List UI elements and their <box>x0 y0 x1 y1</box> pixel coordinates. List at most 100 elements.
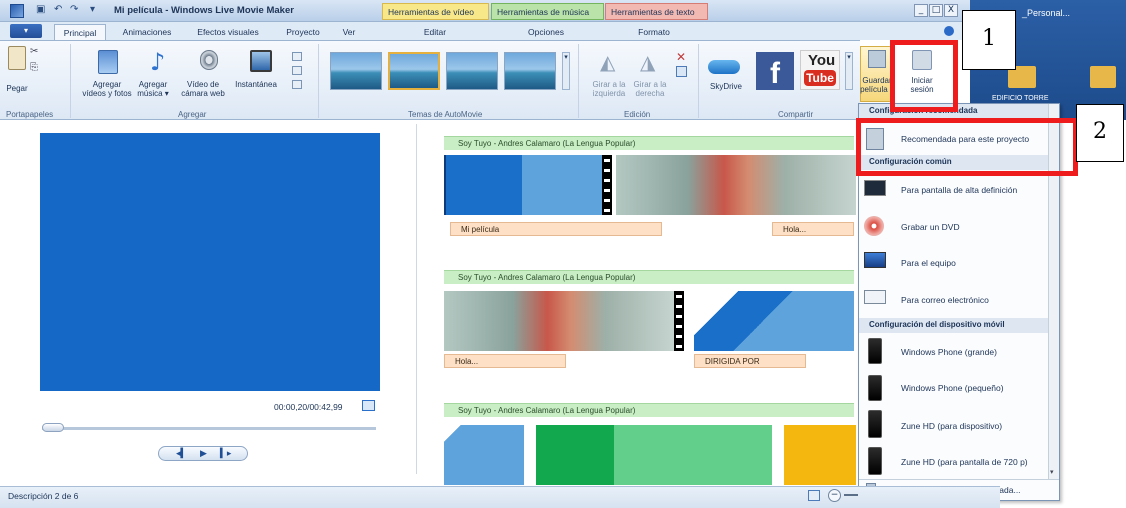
video-clip-blue[interactable] <box>444 155 522 215</box>
tab-formato[interactable]: Formato <box>624 24 684 40</box>
app-icon[interactable] <box>10 4 24 18</box>
menu-section-mobile: Configuración del dispositivo móvil <box>859 318 1059 333</box>
automovie-theme-3[interactable] <box>446 52 498 90</box>
zune-icon <box>868 410 882 438</box>
ribbon-separator <box>318 44 319 118</box>
ribbon-separator <box>70 44 71 118</box>
scroll-down-icon[interactable]: ▾ <box>1050 468 1054 476</box>
add-videos-photos-icon[interactable] <box>98 50 118 74</box>
music-track[interactable]: Soy Tuyo - Andres Calamaro (La Lengua Po… <box>444 403 854 417</box>
add-music-button[interactable]: Agregar música ▾ <box>132 80 174 98</box>
ribbon-separator <box>698 44 699 118</box>
automovie-theme-4[interactable] <box>504 52 556 90</box>
redo-quick-icon[interactable]: ↷ <box>70 4 82 16</box>
playback-time: 00:00,20/00:42,99 <box>274 402 343 412</box>
group-label-portapapeles: Portapapeles <box>6 110 54 119</box>
tab-opciones[interactable]: Opciones <box>516 24 576 40</box>
tab-principal[interactable]: Principal <box>54 24 106 40</box>
snapshot-button[interactable]: Instantánea <box>230 80 282 89</box>
help-icon[interactable] <box>944 26 954 36</box>
caption-title[interactable]: Mi película <box>450 222 662 236</box>
close-button[interactable]: X <box>944 4 958 17</box>
music-note-icon[interactable]: ♪ <box>150 48 165 76</box>
next-frame-icon[interactable]: ▍▸ <box>220 449 231 459</box>
undo-quick-icon[interactable]: ↶ <box>54 4 66 16</box>
customize-quick-icon[interactable]: ▾ <box>90 4 102 16</box>
play-icon[interactable]: ▶ <box>200 449 207 459</box>
group-label-compartir: Compartir <box>778 110 814 119</box>
video-clip-blue[interactable] <box>694 291 854 351</box>
video-clip-lightgreen[interactable] <box>614 425 772 485</box>
status-text: Descripción 2 de 6 <box>8 491 79 501</box>
automovie-theme-2[interactable] <box>388 52 440 90</box>
zoom-slider[interactable] <box>844 494 858 496</box>
remove-icon[interactable]: ✕ <box>676 50 686 64</box>
caption-dirigida-por[interactable]: DIRIGIDA POR <box>694 354 806 368</box>
annotation-label-2: 2 <box>1076 104 1124 162</box>
music-track[interactable]: Soy Tuyo - Andres Calamaro (La Lengua Po… <box>444 136 854 150</box>
video-clip-person[interactable] <box>616 155 856 215</box>
tab-efectos-visuales[interactable]: Efectos visuales <box>188 24 268 40</box>
title-icon[interactable] <box>292 52 302 61</box>
seek-bar[interactable] <box>42 427 376 430</box>
dvd-icon <box>864 216 884 236</box>
add-videos-photos-button[interactable]: Agregar vídeos y fotos <box>82 80 132 98</box>
menu-item-label: Grabar un DVD <box>901 222 960 232</box>
transition-marker <box>602 155 612 215</box>
video-clip-lightblue[interactable] <box>444 425 524 485</box>
snapshot-icon[interactable] <box>250 50 272 72</box>
caption-hola[interactable]: Hola... <box>444 354 566 368</box>
save-movie-icon[interactable] <box>868 50 886 68</box>
facebook-button[interactable]: f <box>756 52 794 90</box>
skydrive-icon[interactable] <box>708 60 740 74</box>
copy-icon[interactable]: ⎘ <box>30 62 38 73</box>
music-track[interactable]: Soy Tuyo - Andres Calamaro (La Lengua Po… <box>444 270 854 284</box>
application-menu-button[interactable]: ▾ <box>10 24 42 38</box>
context-tab-music-tools: Herramientas de música <box>491 3 604 20</box>
cut-icon[interactable]: ✂ <box>30 46 38 57</box>
seek-thumb[interactable] <box>42 423 64 432</box>
menu-item-pc[interactable] <box>859 245 1059 282</box>
skydrive-button[interactable]: SkyDrive <box>706 82 746 91</box>
maximize-button[interactable]: □ <box>929 4 943 17</box>
menu-item-label: Windows Phone (pequeño) <box>901 383 1004 393</box>
fullscreen-icon[interactable] <box>362 400 375 411</box>
themes-more-icon[interactable]: ▾ <box>562 52 570 90</box>
select-all-icon[interactable] <box>676 66 687 77</box>
annotation-label-1: 1 <box>962 10 1016 70</box>
video-clip-yellow[interactable] <box>784 425 856 485</box>
rotate-left-button[interactable]: Girar a la izquierda <box>590 80 628 98</box>
rotate-right-icon[interactable]: ◮ <box>640 50 655 74</box>
hd-tv-icon <box>864 180 886 196</box>
caption-hola[interactable]: Hola... <box>772 222 854 236</box>
minimize-button[interactable]: _ <box>914 4 928 17</box>
video-clip-green[interactable] <box>536 425 614 485</box>
tab-animaciones[interactable]: Animaciones <box>112 24 182 40</box>
rotate-left-icon[interactable]: ◭ <box>600 50 615 74</box>
annotation-highlight-2 <box>856 118 1078 176</box>
save-quick-icon[interactable]: ▣ <box>36 4 48 16</box>
credits-icon[interactable] <box>292 80 302 89</box>
storyboard-view-icon[interactable] <box>808 490 820 501</box>
folder-icon[interactable] <box>1090 66 1116 88</box>
menu-item-label: Para pantalla de alta definición <box>901 185 1018 195</box>
zoom-out-icon[interactable]: − <box>828 489 841 502</box>
caption-icon[interactable] <box>292 66 302 75</box>
phone-icon <box>868 375 882 401</box>
share-more-icon[interactable]: ▾ <box>845 52 853 90</box>
tab-editar[interactable]: Editar <box>405 24 465 40</box>
webcam-icon[interactable] <box>200 50 218 70</box>
youtube-logo-top: You <box>808 52 836 69</box>
preview-monitor[interactable] <box>40 133 380 391</box>
rotate-right-button[interactable]: Girar a la derecha <box>630 80 670 98</box>
pane-divider[interactable] <box>416 124 417 474</box>
automovie-theme-1[interactable] <box>330 52 382 90</box>
paste-button[interactable]: Pegar <box>4 84 30 93</box>
tab-proyecto[interactable]: Proyecto <box>275 24 331 40</box>
paste-icon[interactable] <box>8 46 26 70</box>
video-clip-lightblue[interactable] <box>522 155 602 215</box>
video-clip-person[interactable] <box>444 291 674 351</box>
webcam-video-button[interactable]: Vídeo de cámara web <box>180 80 226 98</box>
previous-frame-icon[interactable]: ◂▍ <box>176 449 187 459</box>
tab-ver[interactable]: Ver <box>334 24 364 40</box>
